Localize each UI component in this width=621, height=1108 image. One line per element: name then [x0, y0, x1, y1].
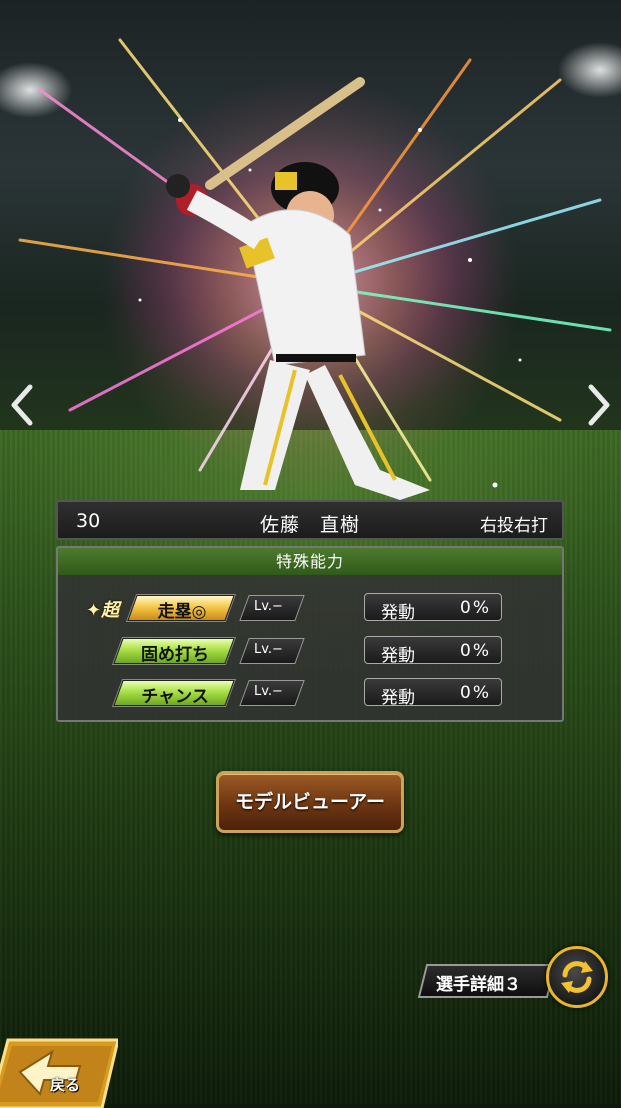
special-abilities-panel: 特殊能力 ✦超 走塁◎ Lv.− 発動 0% 固め打ち Lv.− 発動 0% チ…	[56, 546, 564, 722]
player-detail-label: 選手詳細３	[436, 975, 521, 995]
ability-row[interactable]: 固め打ち Lv.− 発動 0%	[58, 636, 562, 666]
ability-name: 固め打ち	[141, 645, 209, 665]
activation-rate: 0%	[460, 598, 491, 618]
ability-name: チャンス	[141, 687, 209, 707]
player-info-bar: 30 佐藤 直樹 右投右打	[56, 500, 564, 540]
refresh-icon[interactable]	[546, 946, 608, 1008]
model-viewer-button[interactable]: モデルビューアー	[216, 771, 404, 833]
activation-rate: 0%	[460, 641, 491, 661]
super-prefix-label: 超	[101, 600, 120, 621]
activation-label: 発動	[381, 646, 415, 666]
activation-label: 発動	[381, 603, 415, 623]
activation-rate-box: 発動 0%	[364, 636, 502, 666]
next-player-chevron-right-icon[interactable]	[583, 383, 613, 427]
ability-row[interactable]: チャンス Lv.− 発動 0%	[58, 678, 562, 708]
refresh-arrows-icon	[561, 961, 593, 993]
ability-level: Lv.−	[254, 599, 283, 614]
ability-level: Lv.−	[254, 684, 283, 699]
player-handedness: 右投右打	[480, 516, 548, 536]
activation-rate: 0%	[460, 683, 491, 703]
activation-label: 発動	[381, 688, 415, 708]
super-rank-badge: ✦超	[86, 600, 120, 621]
player-figure	[166, 77, 430, 500]
ability-level: Lv.−	[254, 642, 283, 657]
prev-player-chevron-left-icon[interactable]	[8, 383, 38, 427]
activation-rate-box: 発動 0%	[364, 678, 502, 708]
back-button[interactable]	[0, 1038, 118, 1108]
ability-row[interactable]: ✦超 走塁◎ Lv.− 発動 0%	[58, 593, 562, 623]
ability-name: 走塁◎	[157, 602, 207, 622]
back-label: 戻る	[50, 1076, 81, 1094]
activation-rate-box: 発動 0%	[364, 593, 502, 623]
abilities-header: 特殊能力	[58, 548, 562, 575]
